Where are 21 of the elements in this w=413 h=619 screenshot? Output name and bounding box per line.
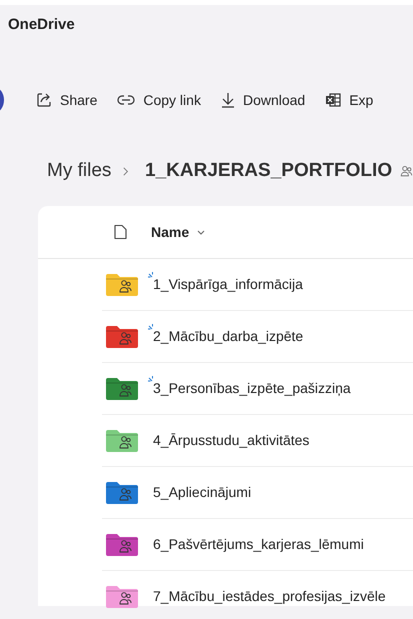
folder-name-link[interactable]: 2_Mācību_darba_izpēte: [153, 328, 304, 344]
file-type-icon: [114, 224, 127, 240]
download-icon: [220, 92, 235, 108]
folder-name-link[interactable]: 1_Vispārīga_informācija: [153, 276, 303, 292]
share-icon: [36, 92, 52, 108]
toolbar-button[interactable]: Share: [36, 88, 98, 112]
breadcrumb-link[interactable]: My files: [47, 160, 112, 182]
toolbar-button[interactable]: Exp: [325, 88, 374, 112]
folder-name-link[interactable]: 5_Apliecinājumi: [153, 484, 252, 500]
spreadsheet-icon: [325, 92, 342, 108]
current-folder-title: 1_KARJERAS_PORTFOLIO: [145, 160, 392, 182]
folder-name-link[interactable]: 7_Mācību_iestādes_profesijas_izvēle: [153, 588, 386, 604]
folder-name-link[interactable]: 4_Ārpusstudu_aktivitātes: [153, 432, 310, 448]
app-title: OneDrive: [7, 15, 76, 35]
folder-name-link[interactable]: 6_Pašvērtējums_karjeras_lēmumi: [153, 536, 364, 552]
chevron-right-icon: [123, 166, 130, 176]
folder-name-link[interactable]: 3_Personības_izpēte_pašizziņa: [153, 380, 351, 396]
toolbar-button[interactable]: Download: [220, 88, 306, 112]
toolbar-button[interactable]: Copy link: [117, 88, 201, 112]
column-header[interactable]: Name: [151, 224, 206, 240]
link-icon: [117, 94, 136, 106]
